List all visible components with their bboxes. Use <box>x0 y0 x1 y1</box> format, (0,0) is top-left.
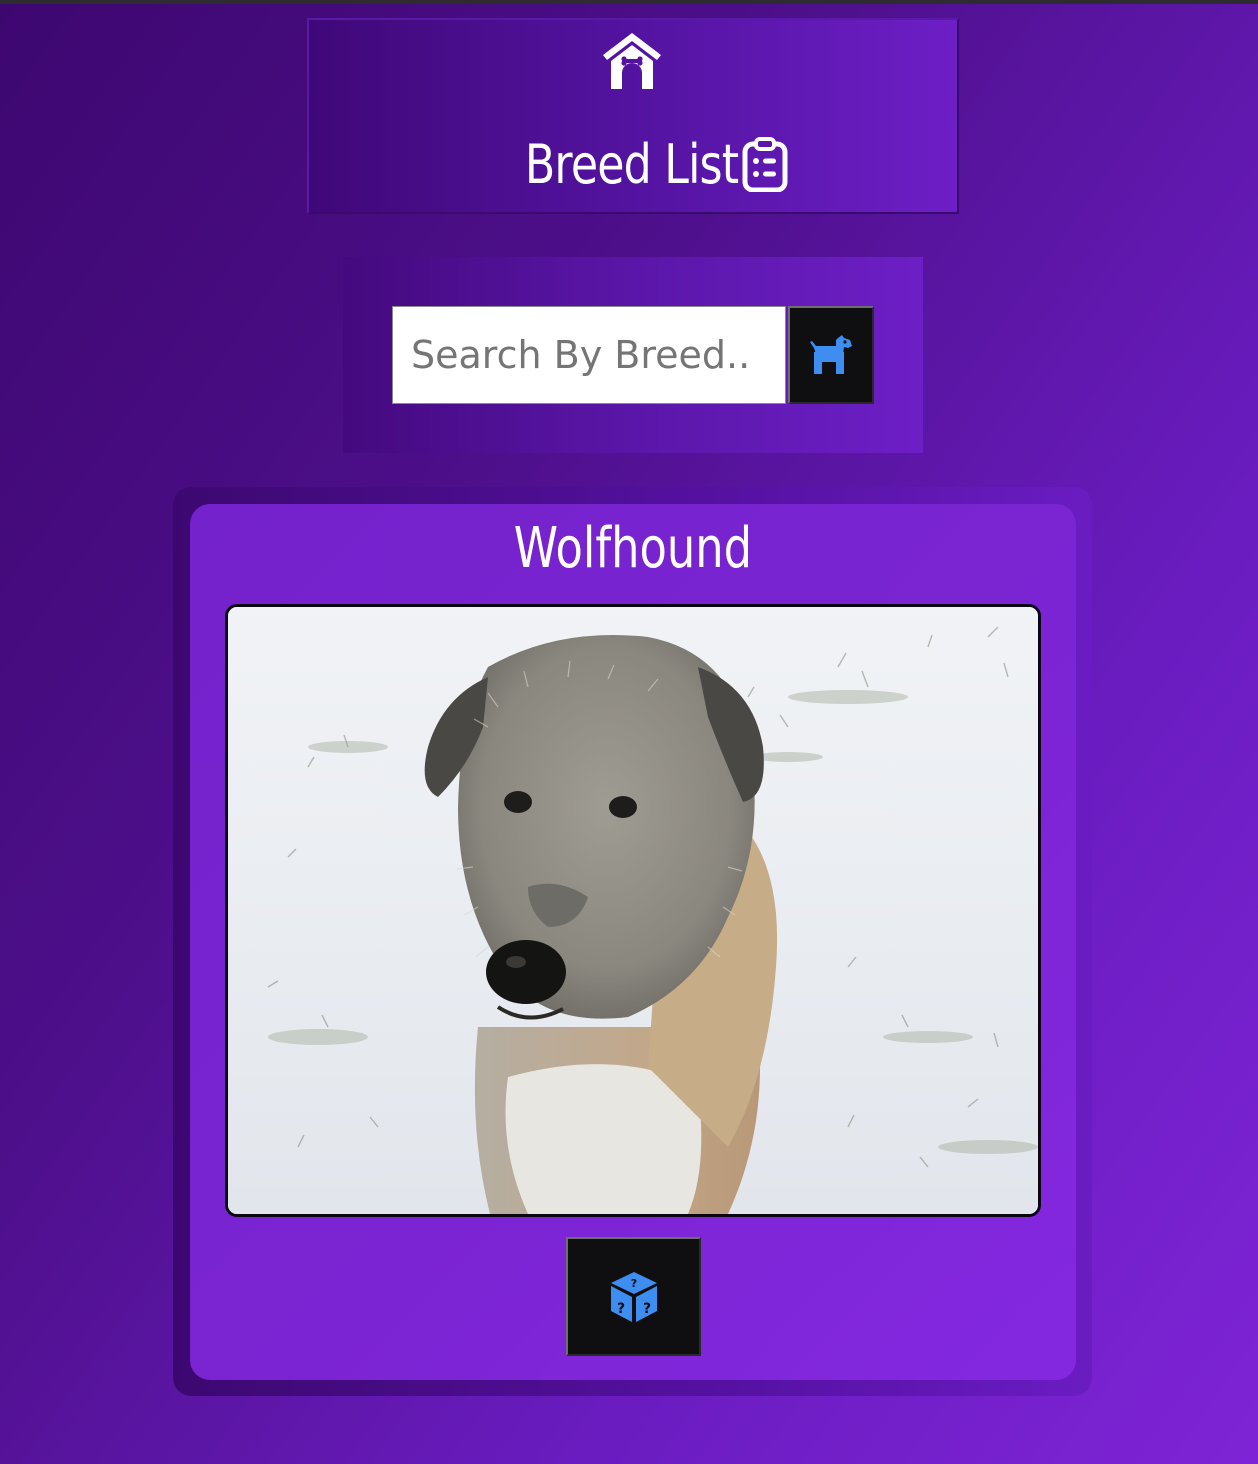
random-breed-button[interactable]: ? ? ? <box>566 1237 701 1356</box>
search-input[interactable] <box>392 306 786 404</box>
breed-name: Wolfhound <box>513 515 753 581</box>
dice-question-icon: ? ? ? <box>610 1271 657 1322</box>
search-button[interactable] <box>788 306 874 404</box>
breed-photo <box>225 604 1041 1217</box>
page-title: Breed List <box>524 132 739 196</box>
window-top-border <box>0 0 1258 4</box>
dog-house-icon <box>603 33 661 89</box>
svg-text:?: ? <box>642 1301 650 1317</box>
breed-list-link[interactable]: Breed List <box>307 124 959 204</box>
svg-text:?: ? <box>630 1277 636 1290</box>
svg-text:?: ? <box>616 1301 624 1317</box>
dog-photo-image <box>228 607 1038 1214</box>
clipboard-list-icon <box>742 137 788 192</box>
dog-icon <box>810 335 852 374</box>
home-link[interactable] <box>600 30 664 92</box>
